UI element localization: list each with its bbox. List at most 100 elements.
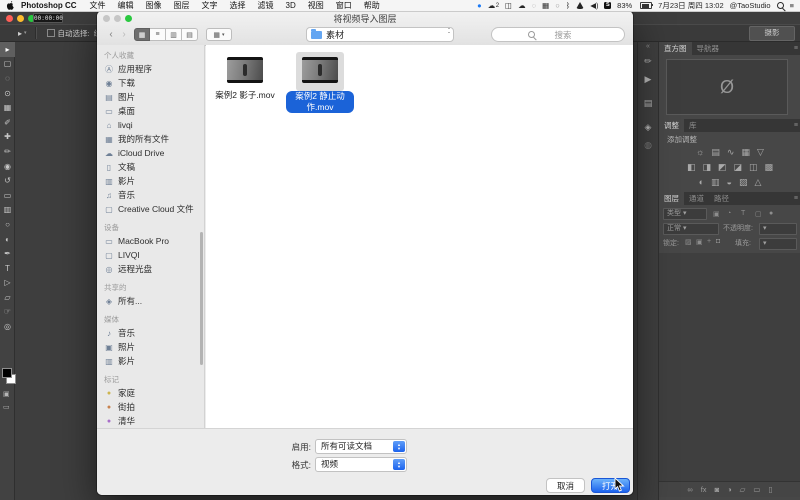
menu-filter[interactable]: 滤镜 xyxy=(252,0,280,12)
filter-adjustment-layers-icon[interactable]: ◔ xyxy=(727,210,731,217)
adj-levels-icon[interactable]: ▤ xyxy=(711,147,720,161)
layer-effects-icon[interactable]: fx xyxy=(701,485,707,494)
brush-tool[interactable]: ✏ xyxy=(0,144,15,159)
adjustment-layer-icon[interactable]: ◑ xyxy=(727,485,732,494)
menu-window[interactable]: 窗口 xyxy=(330,0,358,12)
adj-exposure-icon[interactable]: ▦ xyxy=(741,147,750,161)
tab-libraries[interactable]: 库 xyxy=(684,119,702,132)
sidebar-scrollbar[interactable] xyxy=(200,232,203,365)
screen-mode-icon[interactable]: ▭ xyxy=(3,403,10,411)
marquee-tool[interactable]: ▢ xyxy=(0,57,15,72)
sidebar-item-media-photos[interactable]: ▣照片 xyxy=(104,340,204,354)
adj-vibrance-icon[interactable]: ▽ xyxy=(757,147,764,161)
sidebar-item-pictures[interactable]: ▤图片 xyxy=(104,90,204,104)
screen-capture-icon[interactable]: ◫ xyxy=(505,0,512,12)
blur-tool[interactable]: ○ xyxy=(0,217,15,232)
adj-posterize-icon[interactable]: ▥ xyxy=(711,177,720,191)
histogram-panel-menu-icon[interactable]: ≡ xyxy=(794,42,800,55)
sidebar-item-downloads[interactable]: ◉下载 xyxy=(104,76,204,90)
link-layers-icon[interactable]: ∞ xyxy=(687,485,692,494)
sidebar-item-tag-street[interactable]: ●街拍 xyxy=(104,400,204,414)
quick-mask-icon[interactable]: ▣ xyxy=(3,390,10,398)
adj-hue-saturation-icon[interactable]: ◧ xyxy=(687,162,696,176)
notification-center-icon[interactable]: ≡ xyxy=(790,0,794,12)
menu-type[interactable]: 文字 xyxy=(196,0,224,12)
move-tool[interactable]: ▸ xyxy=(0,42,15,57)
volume-icon[interactable]: ◀) xyxy=(590,0,598,12)
icon-view-button[interactable]: ▦ xyxy=(134,28,150,41)
window-minimize-button[interactable] xyxy=(17,15,24,22)
lock-transparency-icon[interactable]: ▨ xyxy=(685,238,692,246)
layer-filter-dropdown[interactable]: 类型 ▾ xyxy=(663,208,707,220)
tab-navigator[interactable]: 导航器 xyxy=(692,42,725,55)
adj-invert-icon[interactable]: ◐ xyxy=(699,177,704,191)
enable-dropdown[interactable]: 所有可读文档 ▴▾ xyxy=(315,439,407,454)
sidebar-item-tag-family[interactable]: ●家庭 xyxy=(104,386,204,400)
lock-image-icon[interactable]: ▣ xyxy=(696,238,703,246)
lock-position-icon[interactable]: + xyxy=(707,238,711,245)
zoom-tool[interactable]: ◎ xyxy=(0,319,15,334)
adj-channel-mixer-icon[interactable]: ◫ xyxy=(749,162,758,176)
menu-help[interactable]: 帮助 xyxy=(358,0,386,12)
filter-shape-layers-icon[interactable]: ▢ xyxy=(755,210,762,218)
quick-selection-tool[interactable]: ⊙ xyxy=(0,86,15,101)
menubar-clock[interactable]: 7月23日 周四 13:02 xyxy=(658,0,723,12)
cancel-button[interactable]: 取消 xyxy=(546,478,585,493)
fill-field[interactable]: ▾ xyxy=(759,238,797,250)
progress-icon[interactable]: ◌ xyxy=(532,0,536,12)
tab-paths[interactable]: 路径 xyxy=(709,192,734,205)
sidebar-item-macbook-pro[interactable]: ▭MacBook Pro xyxy=(104,234,204,248)
gradient-tool[interactable]: ▥ xyxy=(0,203,15,218)
column-view-button[interactable]: ▥ xyxy=(166,28,182,41)
menu-file[interactable]: 文件 xyxy=(84,0,112,12)
format-dropdown[interactable]: 视频 ▴▾ xyxy=(315,457,407,472)
input-source-icon[interactable]: ▦ xyxy=(542,0,549,12)
adj-black-white-icon[interactable]: ◩ xyxy=(718,162,727,176)
tab-adjustments[interactable]: 调整 xyxy=(659,119,684,132)
adj-brightness-icon[interactable]: ☼ xyxy=(696,147,704,161)
app-s-icon[interactable]: S xyxy=(604,2,611,9)
sidebar-item-remote-disc[interactable]: ◎远程光盘 xyxy=(104,262,204,276)
timemachine-icon[interactable]: ○ xyxy=(555,0,560,12)
sidebar-item-music[interactable]: ♫音乐 xyxy=(104,188,204,202)
lock-all-icon[interactable]: ◘ xyxy=(716,238,720,245)
blend-mode-dropdown[interactable]: 正常 ▾ xyxy=(663,223,719,235)
sidebar-item-tag-qinghua[interactable]: ●清华 xyxy=(104,414,204,428)
sidebar-item-documents[interactable]: ▯文稿 xyxy=(104,160,204,174)
adj-photo-filter-icon[interactable]: ◪ xyxy=(734,162,743,176)
tab-histogram[interactable]: 直方图 xyxy=(659,42,692,55)
pen-tool[interactable]: ✒ xyxy=(0,246,15,261)
adj-color-balance-icon[interactable]: ◨ xyxy=(702,162,711,176)
dock-actions-panel-icon[interactable]: ▶ xyxy=(638,70,658,88)
healing-brush-tool[interactable]: ✚ xyxy=(0,130,15,145)
history-brush-tool[interactable]: ↺ xyxy=(0,173,15,188)
dock-3d-panel-icon[interactable]: ◈ xyxy=(638,118,658,136)
adjustments-panel-menu-icon[interactable]: ≡ xyxy=(794,119,800,132)
type-tool[interactable]: T xyxy=(0,261,15,276)
crop-tool[interactable]: ▦ xyxy=(0,100,15,115)
sidebar-item-livqi[interactable]: ▢LIVQI xyxy=(104,248,204,262)
menu-edit[interactable]: 编辑 xyxy=(112,0,140,12)
spotlight-icon[interactable] xyxy=(777,2,784,9)
dock-materials-panel-icon[interactable]: ◍ xyxy=(638,136,658,154)
menu-layer[interactable]: 图层 xyxy=(168,0,196,12)
tab-channels[interactable]: 通道 xyxy=(684,192,709,205)
menu-app-name[interactable]: Photoshop CC xyxy=(14,0,84,12)
dock-brush-panel-icon[interactable]: ✏ xyxy=(638,52,658,70)
sidebar-item-media-movies[interactable]: ▥影片 xyxy=(104,354,204,368)
sidebar-item-media-music[interactable]: ♪音乐 xyxy=(104,326,204,340)
cloud-sync-icon[interactable]: ☁2 xyxy=(488,0,499,12)
forward-button[interactable]: › xyxy=(118,28,130,41)
wifi-icon[interactable] xyxy=(576,2,584,9)
shape-tool[interactable]: ▱ xyxy=(0,290,15,305)
lasso-tool[interactable]: ◌ xyxy=(0,71,15,86)
search-field[interactable] xyxy=(491,27,625,42)
layers-panel-menu-icon[interactable]: ≡ xyxy=(794,192,800,205)
dock-collapse-icon[interactable]: « xyxy=(638,42,658,52)
adj-threshold-icon[interactable]: ◒ xyxy=(727,177,732,191)
sidebar-item-desktop[interactable]: ▭桌面 xyxy=(104,104,204,118)
icloud-status-icon[interactable]: ☁ xyxy=(518,0,526,12)
layer-mask-icon[interactable]: ◙ xyxy=(715,485,720,494)
menu-view[interactable]: 视图 xyxy=(302,0,330,12)
filter-smart-objects-icon[interactable]: ● xyxy=(769,210,773,217)
